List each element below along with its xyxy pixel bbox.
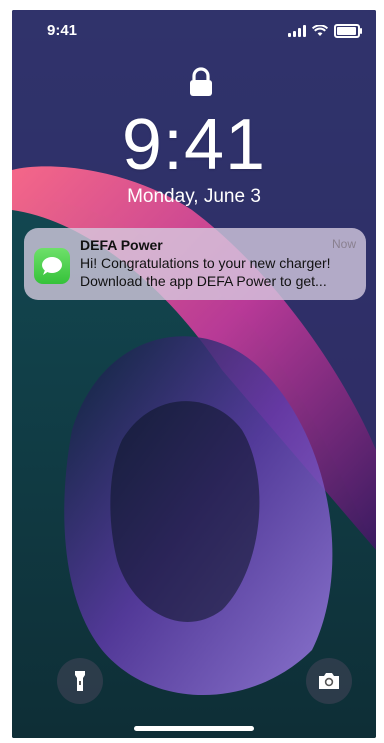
signal-icon bbox=[288, 25, 306, 37]
notification-line-1: Hi! Congratulations to your new charger! bbox=[80, 255, 331, 271]
camera-button[interactable] bbox=[306, 658, 352, 704]
home-indicator[interactable] bbox=[134, 726, 254, 731]
notification-body: Hi! Congratulations to your new charger!… bbox=[80, 254, 358, 290]
status-time: 9:41 bbox=[47, 22, 78, 39]
lock-date: Monday, June 3 bbox=[127, 186, 261, 207]
messages-icon bbox=[34, 248, 70, 284]
notification-time: Now bbox=[331, 237, 356, 251]
wifi-icon bbox=[312, 25, 328, 36]
flashlight-button[interactable] bbox=[57, 658, 103, 704]
notification-title: DEFA Power bbox=[80, 237, 163, 253]
status-bar: 9:41 bbox=[12, 22, 376, 42]
notification-card[interactable]: DEFA Power Now Hi! Congratulations to yo… bbox=[24, 228, 366, 300]
lock-screen: 9:41 9:41 Monday, June 3 DEFA Power Now … bbox=[12, 10, 376, 738]
notification-line-2: Download the app DEFA Power to get... bbox=[80, 273, 327, 289]
status-icons bbox=[288, 24, 362, 38]
lock-time: 9:41 bbox=[121, 105, 267, 185]
lock-icon bbox=[190, 67, 212, 96]
battery-icon bbox=[334, 24, 362, 38]
camera-icon bbox=[319, 673, 339, 689]
flashlight-icon bbox=[75, 671, 85, 691]
